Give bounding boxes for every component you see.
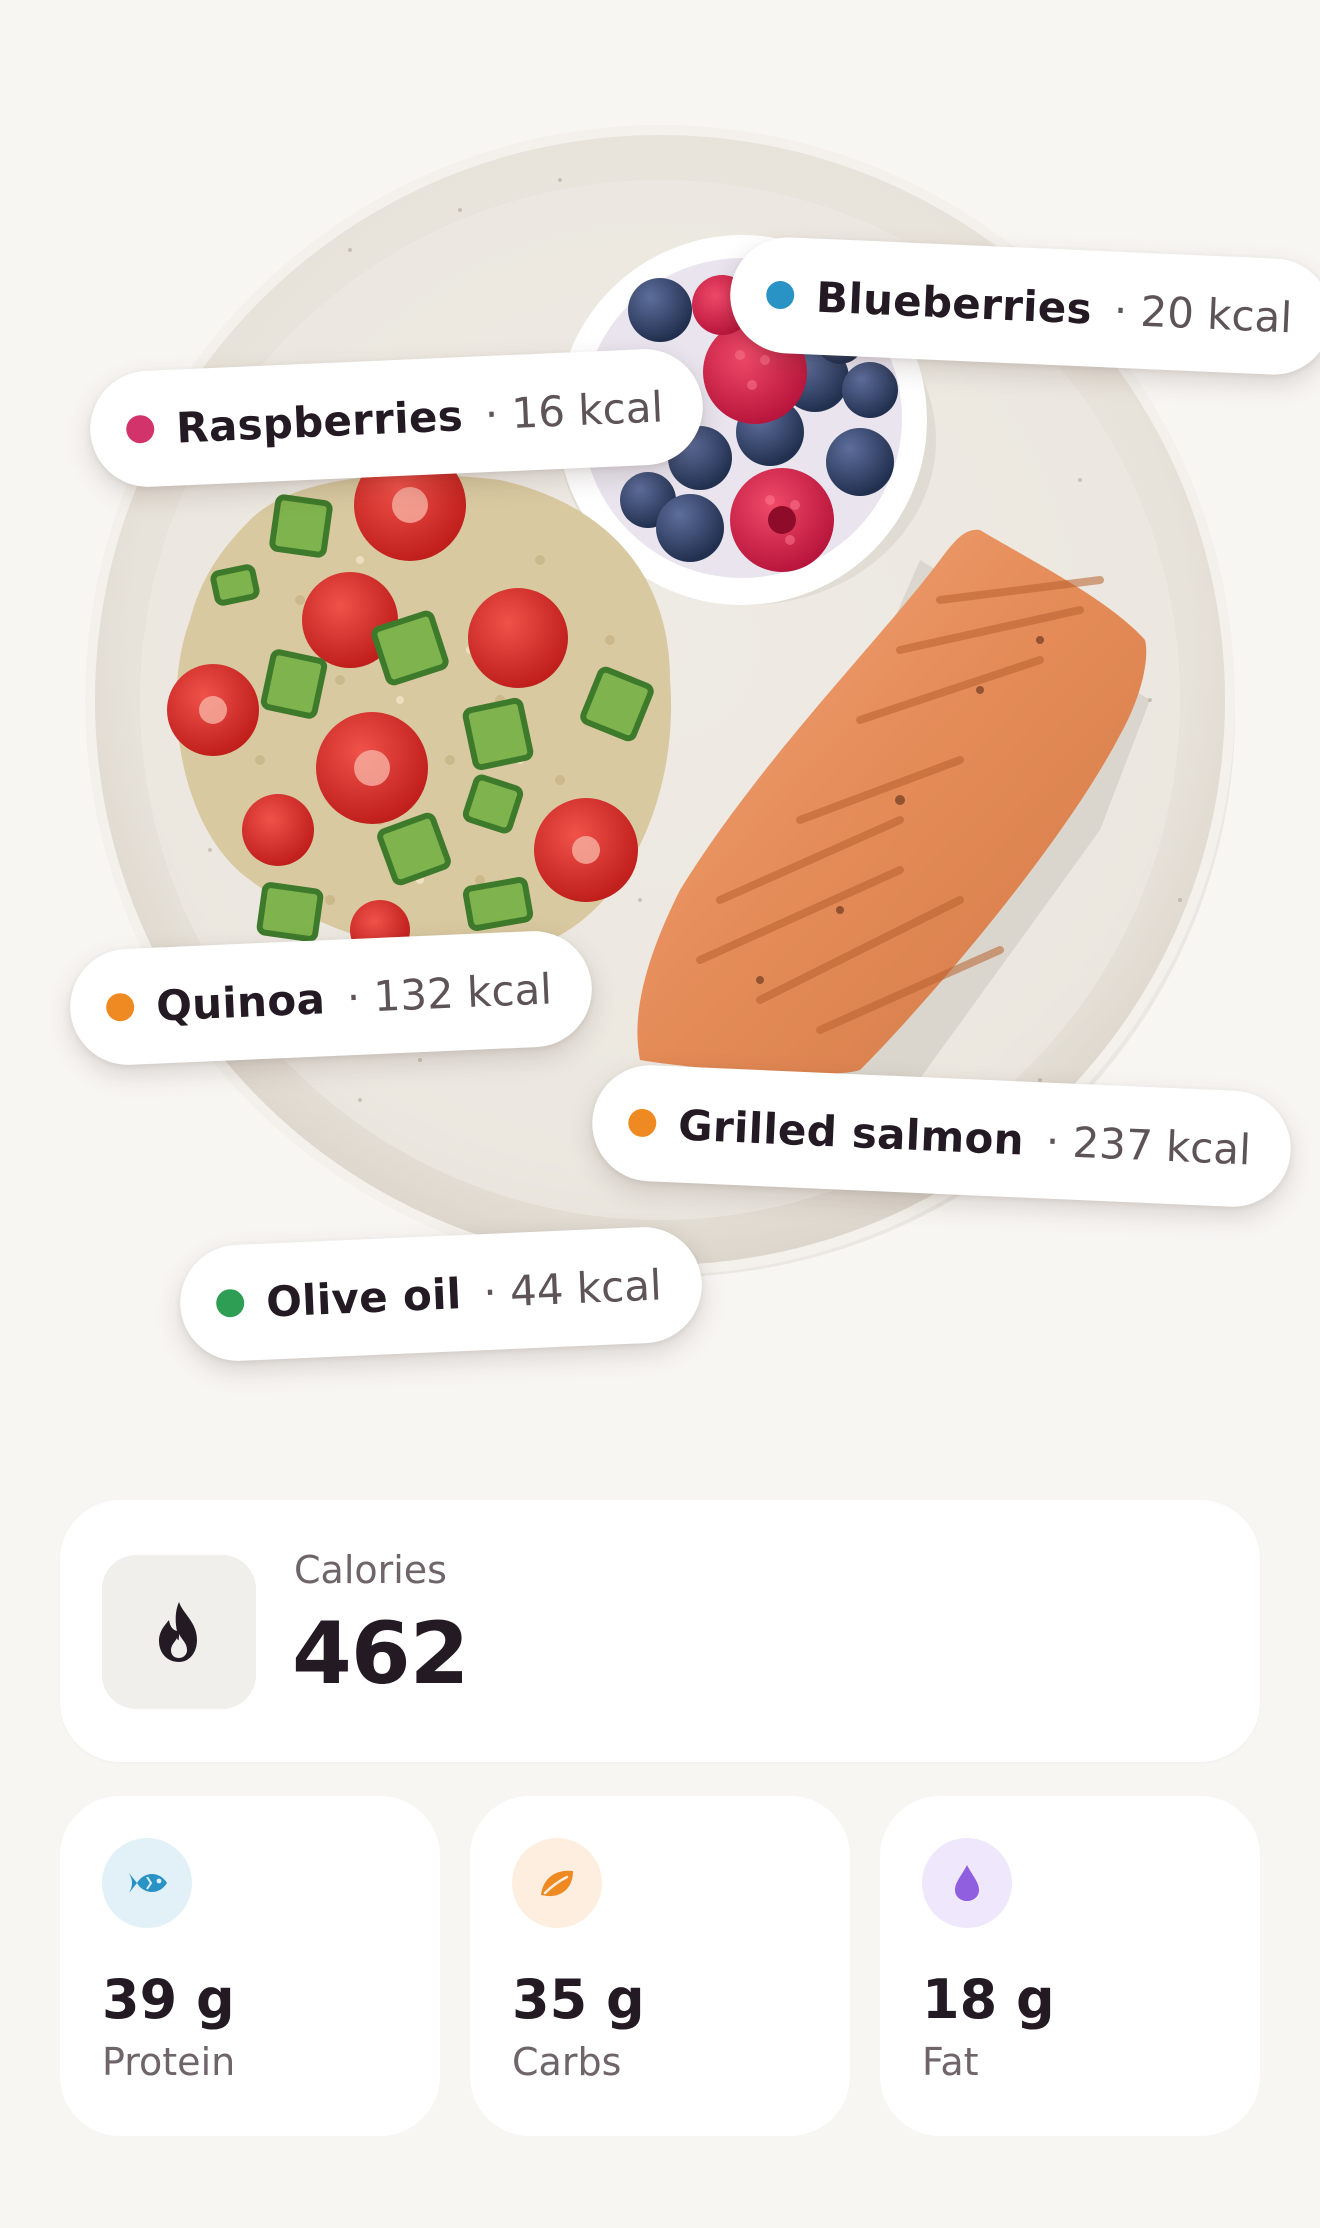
category-dot <box>125 414 155 444</box>
macro-card-fat: 18 g Fat <box>880 1796 1260 2136</box>
macro-value: 39 g <box>102 1968 235 2031</box>
calories-value: 462 <box>292 1604 470 1704</box>
food-kcal: · 237 kcal <box>1044 1116 1252 1174</box>
calories-icon-box <box>102 1555 256 1709</box>
food-name: Grilled salmon <box>677 1100 1026 1165</box>
leaf-icon <box>541 1870 573 1897</box>
macro-label: Protein <box>102 2040 236 2084</box>
food-kcal: · 16 kcal <box>483 381 665 439</box>
category-dot <box>215 1288 245 1318</box>
macro-card-carbs: 35 g Carbs <box>470 1796 850 2136</box>
macro-value: 18 g <box>922 1968 1055 2031</box>
drop-icon <box>955 1865 979 1901</box>
category-dot <box>105 992 135 1022</box>
macro-value: 35 g <box>512 1968 645 2031</box>
calories-card: Calories 462 <box>60 1500 1260 1762</box>
calories-label: Calories <box>294 1548 447 1592</box>
macro-icon-circle <box>922 1838 1012 1928</box>
macro-icon-circle <box>102 1838 192 1928</box>
food-name: Raspberries <box>175 390 464 453</box>
label-olive-oil[interactable]: Olive oil · 44 kcal <box>177 1224 704 1364</box>
food-kcal: · 44 kcal <box>482 1259 663 1317</box>
food-kcal: · 132 kcal <box>345 963 553 1022</box>
food-kcal: · 20 kcal <box>1112 285 1294 342</box>
macro-card-protein: 39 g Protein <box>60 1796 440 2136</box>
flame-icon <box>159 1602 197 1662</box>
macro-icon-circle <box>512 1838 602 1928</box>
macro-label: Carbs <box>512 2040 622 2084</box>
category-dot <box>765 280 795 310</box>
food-name: Olive oil <box>265 1268 463 1327</box>
label-quinoa[interactable]: Quinoa · 132 kcal <box>67 928 595 1068</box>
category-dot <box>627 1108 657 1138</box>
macro-label: Fat <box>922 2040 979 2084</box>
food-name: Blueberries <box>815 272 1093 334</box>
food-name: Quinoa <box>155 973 326 1031</box>
fish-icon <box>129 1873 167 1893</box>
